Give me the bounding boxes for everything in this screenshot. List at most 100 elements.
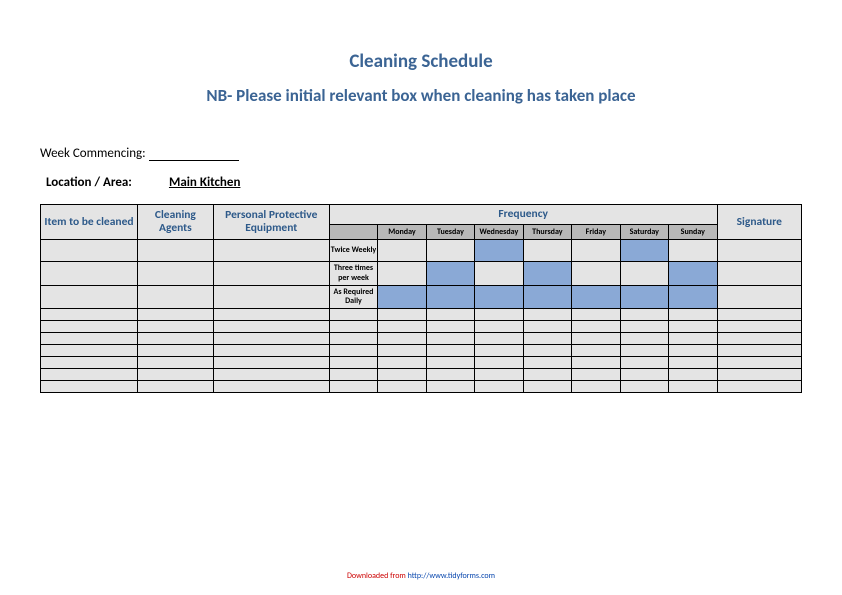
cell[interactable] (137, 333, 213, 345)
cell[interactable] (620, 369, 668, 381)
day-cell[interactable] (378, 262, 426, 285)
cell[interactable] (213, 321, 329, 333)
cell[interactable] (426, 369, 474, 381)
cell[interactable] (378, 321, 426, 333)
cell[interactable] (213, 369, 329, 381)
cell[interactable] (41, 262, 138, 285)
cell[interactable] (378, 357, 426, 369)
day-cell[interactable] (475, 240, 523, 262)
cell[interactable] (523, 333, 571, 345)
cell[interactable] (669, 369, 718, 381)
cell[interactable] (669, 345, 718, 357)
day-cell[interactable] (620, 262, 668, 285)
cell[interactable] (378, 381, 426, 393)
cell[interactable] (717, 381, 801, 393)
cell[interactable] (329, 357, 377, 369)
cell[interactable] (523, 309, 571, 321)
cell[interactable] (620, 321, 668, 333)
cell[interactable] (475, 333, 523, 345)
cell[interactable] (41, 333, 138, 345)
cell[interactable] (717, 333, 801, 345)
cell[interactable] (41, 369, 138, 381)
week-commencing-field[interactable] (149, 148, 239, 161)
cell[interactable] (137, 240, 213, 262)
cell[interactable] (717, 369, 801, 381)
cell[interactable] (620, 345, 668, 357)
cell[interactable] (572, 345, 620, 357)
cell[interactable] (669, 333, 718, 345)
cell[interactable] (620, 333, 668, 345)
day-cell[interactable] (572, 240, 620, 262)
cell[interactable] (572, 309, 620, 321)
cell[interactable] (137, 381, 213, 393)
cell[interactable] (669, 321, 718, 333)
signature-cell[interactable] (717, 240, 801, 262)
cell[interactable] (572, 369, 620, 381)
cell[interactable] (329, 369, 377, 381)
cell[interactable] (329, 381, 377, 393)
cell[interactable] (523, 321, 571, 333)
cell[interactable] (329, 345, 377, 357)
cell[interactable] (426, 345, 474, 357)
cell[interactable] (378, 309, 426, 321)
cell[interactable] (620, 309, 668, 321)
cell[interactable] (669, 381, 718, 393)
cell[interactable] (717, 345, 801, 357)
cell[interactable] (41, 381, 138, 393)
day-cell[interactable] (426, 285, 474, 308)
cell[interactable] (426, 321, 474, 333)
day-cell[interactable] (572, 262, 620, 285)
day-cell[interactable] (378, 285, 426, 308)
cell[interactable] (378, 369, 426, 381)
cell[interactable] (426, 333, 474, 345)
day-cell[interactable] (523, 240, 571, 262)
cell[interactable] (572, 333, 620, 345)
day-cell[interactable] (669, 240, 718, 262)
cell[interactable] (717, 321, 801, 333)
cell[interactable] (213, 262, 329, 285)
day-cell[interactable] (426, 262, 474, 285)
cell[interactable] (669, 357, 718, 369)
cell[interactable] (475, 357, 523, 369)
cell[interactable] (717, 309, 801, 321)
cell[interactable] (137, 309, 213, 321)
cell[interactable] (475, 321, 523, 333)
signature-cell[interactable] (717, 285, 801, 308)
cell[interactable] (213, 381, 329, 393)
cell[interactable] (41, 240, 138, 262)
day-cell[interactable] (523, 262, 571, 285)
day-cell[interactable] (475, 262, 523, 285)
cell[interactable] (213, 333, 329, 345)
cell[interactable] (523, 357, 571, 369)
cell[interactable] (137, 285, 213, 308)
cell[interactable] (717, 357, 801, 369)
cell[interactable] (475, 309, 523, 321)
cell[interactable] (329, 333, 377, 345)
cell[interactable] (572, 381, 620, 393)
day-cell[interactable] (378, 240, 426, 262)
cell[interactable] (572, 357, 620, 369)
cell[interactable] (426, 309, 474, 321)
cell[interactable] (213, 309, 329, 321)
cell[interactable] (426, 357, 474, 369)
day-cell[interactable] (620, 240, 668, 262)
cell[interactable] (475, 369, 523, 381)
day-cell[interactable] (426, 240, 474, 262)
cell[interactable] (523, 369, 571, 381)
cell[interactable] (137, 321, 213, 333)
day-cell[interactable] (620, 285, 668, 308)
cell[interactable] (669, 309, 718, 321)
cell[interactable] (572, 321, 620, 333)
cell[interactable] (137, 262, 213, 285)
cell[interactable] (137, 345, 213, 357)
cell[interactable] (426, 381, 474, 393)
cell[interactable] (41, 285, 138, 308)
cell[interactable] (137, 369, 213, 381)
cell[interactable] (378, 345, 426, 357)
cell[interactable] (41, 309, 138, 321)
cell[interactable] (620, 357, 668, 369)
day-cell[interactable] (669, 262, 718, 285)
cell[interactable] (213, 240, 329, 262)
footer-link[interactable]: http://www.tidyforms.com (408, 571, 495, 581)
cell[interactable] (523, 345, 571, 357)
